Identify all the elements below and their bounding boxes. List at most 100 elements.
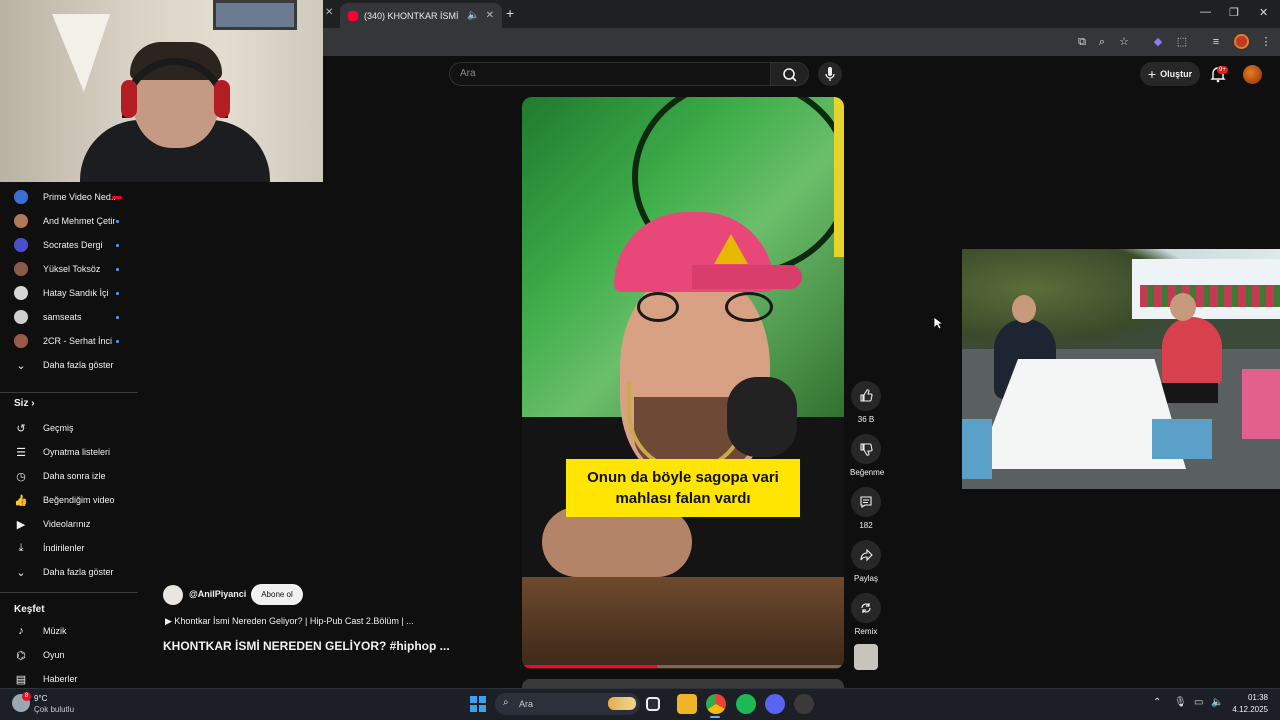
ai-assistant-icon[interactable]: ◆: [1150, 34, 1166, 50]
microphone-tray-icon[interactable]: 🎙: [1174, 697, 1187, 708]
windows-start-icon[interactable]: [470, 696, 486, 712]
comments-button[interactable]: 182: [850, 487, 882, 530]
sidebar-item-label: Oyun: [43, 650, 65, 660]
sidebar-item-label: samseats: [43, 312, 82, 322]
tray-overflow-chevron-icon[interactable]: ⌃: [1153, 697, 1161, 708]
close-tab-icon[interactable]: ✕: [486, 10, 494, 21]
profile-avatar[interactable]: [1234, 34, 1249, 49]
sidebar-subscription-prime-video[interactable]: Prime Video Ned...: [0, 186, 140, 208]
close-window-button[interactable]: ✕: [1259, 6, 1268, 19]
maximize-button[interactable]: ❐: [1229, 6, 1239, 19]
task-view-icon[interactable]: [646, 697, 660, 711]
sidebar-item-music[interactable]: ♪ Müzik: [0, 620, 140, 642]
spotify-icon[interactable]: [736, 694, 756, 714]
chrome-icon[interactable]: [706, 694, 726, 714]
sidebar-subscription-socrates-dergi[interactable]: Socrates Dergi: [0, 234, 140, 256]
zoom-icon[interactable]: ⌕: [1094, 34, 1110, 50]
new-content-dot: [116, 267, 119, 271]
caption-text: Onun da böyle sagopa vari mahlası falan …: [587, 469, 779, 507]
sidebar-item-your-videos[interactable]: ▶ Videolarınız: [0, 513, 140, 535]
sidebar-item-news[interactable]: ▤ Haberler: [0, 668, 140, 690]
sidebar-item-label: Hatay Sandık İçi: [43, 288, 109, 298]
sidebar-item-label: Daha fazla göster: [43, 360, 114, 370]
channel-name[interactable]: @AnilPiyanci: [189, 589, 246, 599]
search-input[interactable]: Ara: [449, 62, 771, 86]
clock-date[interactable]: 4.12.2025: [1230, 705, 1268, 714]
sidebar-subscription-and-mehmet-cetin[interactable]: And Mehmet Çetin: [0, 210, 140, 232]
cast-icon[interactable]: ⧉: [1074, 34, 1090, 50]
sidebar: Prime Video Ned... And Mehmet Çetin Socr…: [0, 182, 140, 688]
sidebar-subscription-samseats[interactable]: samseats: [0, 306, 140, 328]
you-section-heading[interactable]: Siz ›: [14, 398, 35, 409]
bookmark-star-icon[interactable]: ☆: [1116, 34, 1132, 50]
sidebar-item-liked-videos[interactable]: 👍 Beğendiğim videolar: [0, 489, 140, 511]
search-button[interactable]: [771, 62, 809, 86]
sidebar-item-playlists[interactable]: ☰ Oynatma listeleri: [0, 441, 140, 463]
active-app-indicator: [710, 716, 720, 718]
sidebar-subscription-yuksel-toksoz[interactable]: Yüksel Toksöz: [0, 258, 140, 280]
sidebar-item-gaming[interactable]: ⌬ Oyun: [0, 644, 140, 666]
voice-search-button[interactable]: [818, 62, 842, 86]
subscribe-button[interactable]: Abone ol: [251, 584, 303, 605]
dislike-button[interactable]: Beğenme: [850, 434, 885, 477]
reading-list-icon[interactable]: ≡: [1208, 34, 1224, 50]
sound-source-thumbnail[interactable]: [854, 644, 878, 670]
clock-time[interactable]: 01:38: [1244, 693, 1268, 702]
wall-pennant: [52, 14, 110, 92]
short-title[interactable]: KHONTKAR İSMİ NEREDEN GELİYOR? #hiphop .…: [163, 639, 450, 653]
sidebar-item-label: Oynatma listeleri: [43, 447, 111, 457]
dislike-label: Beğenme: [850, 468, 885, 477]
sidebar-item-watch-later[interactable]: ◷ Daha sonra izle: [0, 465, 140, 487]
new-tab-button[interactable]: +: [506, 5, 514, 21]
sidebar-item-label: Prime Video Ned...: [43, 192, 115, 202]
sidebar-divider: [0, 392, 138, 393]
search-highlight-icon: [608, 697, 636, 710]
remix-button[interactable]: Remix: [850, 593, 882, 636]
extensions-icon[interactable]: ⬚: [1174, 34, 1190, 50]
video-progress-bar[interactable]: [522, 665, 844, 668]
related-video-link[interactable]: ▶ Khontkar İsmi Nereden Geliyor? | Hip-P…: [165, 616, 414, 627]
chevron-down-icon: ⌄: [16, 566, 26, 579]
show-more-subscriptions-button[interactable]: ⌄ Daha fazla göster: [0, 354, 140, 376]
yellow-wall-strip: [834, 97, 844, 257]
photo-person-right-head: [1170, 293, 1196, 321]
minimize-button[interactable]: —: [1200, 6, 1211, 18]
channel-avatar: [14, 286, 28, 300]
sidebar-item-downloads[interactable]: ⤓ İndirilenler: [0, 537, 140, 559]
browser-tab-active[interactable]: (340) KHONTKAR İSMİ NEREDEN 🔈 ✕: [340, 3, 502, 28]
shorts-video-player[interactable]: Onun da böyle sagopa vari mahlası falan …: [522, 97, 844, 669]
account-avatar[interactable]: [1243, 65, 1262, 84]
show-more-you-button[interactable]: ⌄ Daha fazla göster: [0, 561, 140, 583]
you-heading-label: Siz: [14, 398, 29, 409]
close-tab-icon[interactable]: ✕: [325, 7, 333, 18]
file-explorer-icon[interactable]: [677, 694, 697, 714]
sidebar-item-label: Daha sonra izle: [43, 471, 106, 481]
app-icon[interactable]: [794, 694, 814, 714]
photo-person-right-shorts: [1158, 383, 1218, 403]
like-button[interactable]: 36 B: [850, 381, 882, 424]
volume-icon[interactable]: 🔈: [1211, 697, 1223, 708]
weather-temperature[interactable]: 9°C: [34, 694, 47, 703]
sidebar-item-label: Beğendiğim videolar: [43, 495, 115, 505]
next-short-preview[interactable]: [522, 679, 844, 688]
speaker-icon[interactable]: 🔈: [467, 10, 479, 21]
weather-description[interactable]: Çok bulutlu: [34, 705, 74, 714]
sidebar-item-label: 2CR - Serhat İnci: [43, 336, 113, 346]
sidebar-subscription-hatay-sandik-ici[interactable]: Hatay Sandık İçi: [0, 282, 140, 304]
sidebar-item-label: Haberler: [43, 674, 78, 684]
photo-person-right-body: [1162, 317, 1222, 387]
sidebar-item-label: Videolarınız: [43, 519, 91, 529]
network-icon[interactable]: ▭: [1194, 697, 1203, 708]
channel-avatar[interactable]: [163, 585, 183, 605]
create-button[interactable]: + Oluştur: [1140, 62, 1200, 86]
sidebar-item-history[interactable]: ↺ Geçmiş: [0, 417, 140, 439]
browser-menu-icon[interactable]: ⋮: [1258, 34, 1274, 50]
share-button[interactable]: Paylaş: [850, 540, 882, 583]
sidebar-subscription-2cr-serhat-inci[interactable]: 2CR - Serhat İnci: [0, 330, 140, 352]
sidebar-item-label: Geçmiş: [43, 423, 74, 433]
discord-icon[interactable]: [765, 694, 785, 714]
photo-flowers: [1140, 285, 1280, 307]
video-subtitle-caption: Onun da böyle sagopa vari mahlası falan …: [566, 459, 800, 517]
remix-icon: [851, 593, 881, 623]
gaming-icon: ⌬: [16, 649, 26, 662]
